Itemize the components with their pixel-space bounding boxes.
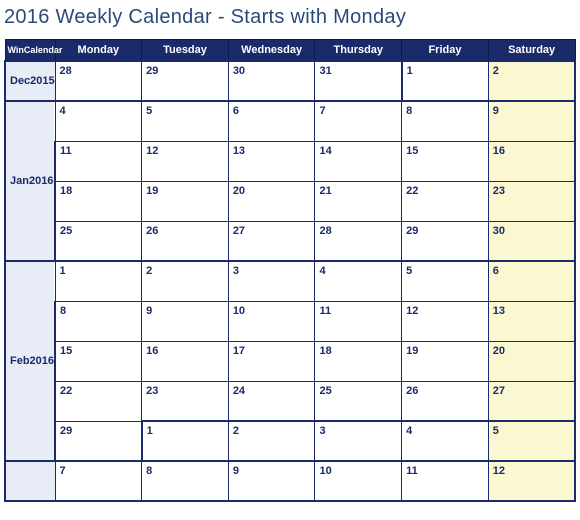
- day-cell: 27: [488, 381, 575, 421]
- day-cell: 3: [315, 421, 402, 461]
- day-cell: 29: [142, 61, 229, 101]
- day-cell: 1: [402, 61, 489, 101]
- day-cell: 17: [228, 341, 315, 381]
- page-title: 2016 Weekly Calendar - Starts with Monda…: [0, 0, 580, 39]
- day-cell: 20: [228, 181, 315, 221]
- day-cell: 21: [315, 181, 402, 221]
- day-header-mon: Monday: [55, 40, 142, 62]
- month-label-blank: [5, 461, 55, 501]
- day-cell: 16: [488, 141, 575, 181]
- day-header-sat: Saturday: [488, 40, 575, 62]
- day-cell: 30: [228, 61, 315, 101]
- day-cell: 22: [402, 181, 489, 221]
- day-cell: 9: [488, 101, 575, 141]
- month-label-jan2016: Jan2016: [5, 101, 55, 261]
- day-cell: 13: [488, 301, 575, 341]
- week-row: 18 19 20 21 22 23: [5, 181, 575, 221]
- day-cell: 11: [315, 301, 402, 341]
- week-row: Feb2016 1 2 3 4 5 6: [5, 261, 575, 301]
- day-cell: 25: [315, 381, 402, 421]
- day-cell: 23: [488, 181, 575, 221]
- day-cell: 30: [488, 221, 575, 261]
- month-label-dec2015: Dec2015: [5, 61, 55, 101]
- day-cell: 29: [402, 221, 489, 261]
- day-cell: 25: [55, 221, 142, 261]
- week-row: 8 9 10 11 12 13: [5, 301, 575, 341]
- day-cell: 2: [142, 261, 229, 301]
- day-cell: 31: [315, 61, 402, 101]
- week-row: 7 8 9 10 11 12: [5, 461, 575, 501]
- day-cell: 4: [55, 101, 142, 141]
- day-cell: 3: [228, 261, 315, 301]
- day-cell: 29: [55, 421, 142, 461]
- day-cell: 24: [228, 381, 315, 421]
- day-cell: 2: [228, 421, 315, 461]
- week-row: 11 12 13 14 15 16: [5, 141, 575, 181]
- week-row: Jan2016 4 5 6 7 8 9: [5, 101, 575, 141]
- week-row: 15 16 17 18 19 20: [5, 341, 575, 381]
- day-cell: 15: [55, 341, 142, 381]
- day-cell: 4: [315, 261, 402, 301]
- header-row: WinCalendar Monday Tuesday Wednesday Thu…: [5, 40, 575, 62]
- week-row: 25 26 27 28 29 30: [5, 221, 575, 261]
- day-cell: 5: [402, 261, 489, 301]
- day-cell: 22: [55, 381, 142, 421]
- day-cell: 9: [142, 301, 229, 341]
- day-cell: 23: [142, 381, 229, 421]
- day-cell: 1: [55, 261, 142, 301]
- day-header-wed: Wednesday: [228, 40, 315, 62]
- day-cell: 1: [142, 421, 229, 461]
- day-cell: 2: [488, 61, 575, 101]
- calendar-table: WinCalendar Monday Tuesday Wednesday Thu…: [4, 39, 576, 502]
- day-cell: 7: [55, 461, 142, 501]
- day-cell: 6: [488, 261, 575, 301]
- day-cell: 11: [402, 461, 489, 501]
- day-cell: 14: [315, 141, 402, 181]
- day-cell: 18: [55, 181, 142, 221]
- day-cell: 18: [315, 341, 402, 381]
- day-cell: 12: [402, 301, 489, 341]
- day-cell: 5: [488, 421, 575, 461]
- day-cell: 5: [142, 101, 229, 141]
- day-cell: 12: [488, 461, 575, 501]
- day-cell: 28: [55, 61, 142, 101]
- day-cell: 8: [142, 461, 229, 501]
- day-cell: 7: [315, 101, 402, 141]
- week-row: 29 1 2 3 4 5: [5, 421, 575, 461]
- day-cell: 16: [142, 341, 229, 381]
- day-cell: 10: [228, 301, 315, 341]
- corner-label: WinCalendar: [5, 40, 55, 62]
- day-cell: 4: [402, 421, 489, 461]
- day-cell: 11: [55, 141, 142, 181]
- day-cell: 8: [402, 101, 489, 141]
- day-cell: 27: [228, 221, 315, 261]
- calendar-container: WinCalendar Monday Tuesday Wednesday Thu…: [0, 39, 580, 502]
- day-header-thu: Thursday: [315, 40, 402, 62]
- day-header-tue: Tuesday: [142, 40, 229, 62]
- day-cell: 19: [142, 181, 229, 221]
- week-row: 22 23 24 25 26 27: [5, 381, 575, 421]
- day-cell: 13: [228, 141, 315, 181]
- day-cell: 20: [488, 341, 575, 381]
- day-cell: 26: [142, 221, 229, 261]
- week-row: Dec2015 28 29 30 31 1 2: [5, 61, 575, 101]
- day-cell: 12: [142, 141, 229, 181]
- day-cell: 9: [228, 461, 315, 501]
- day-cell: 26: [402, 381, 489, 421]
- day-cell: 10: [315, 461, 402, 501]
- day-cell: 6: [228, 101, 315, 141]
- day-cell: 19: [402, 341, 489, 381]
- day-cell: 15: [402, 141, 489, 181]
- day-cell: 28: [315, 221, 402, 261]
- day-cell: 8: [55, 301, 142, 341]
- month-label-feb2016: Feb2016: [5, 261, 55, 461]
- day-header-fri: Friday: [402, 40, 489, 62]
